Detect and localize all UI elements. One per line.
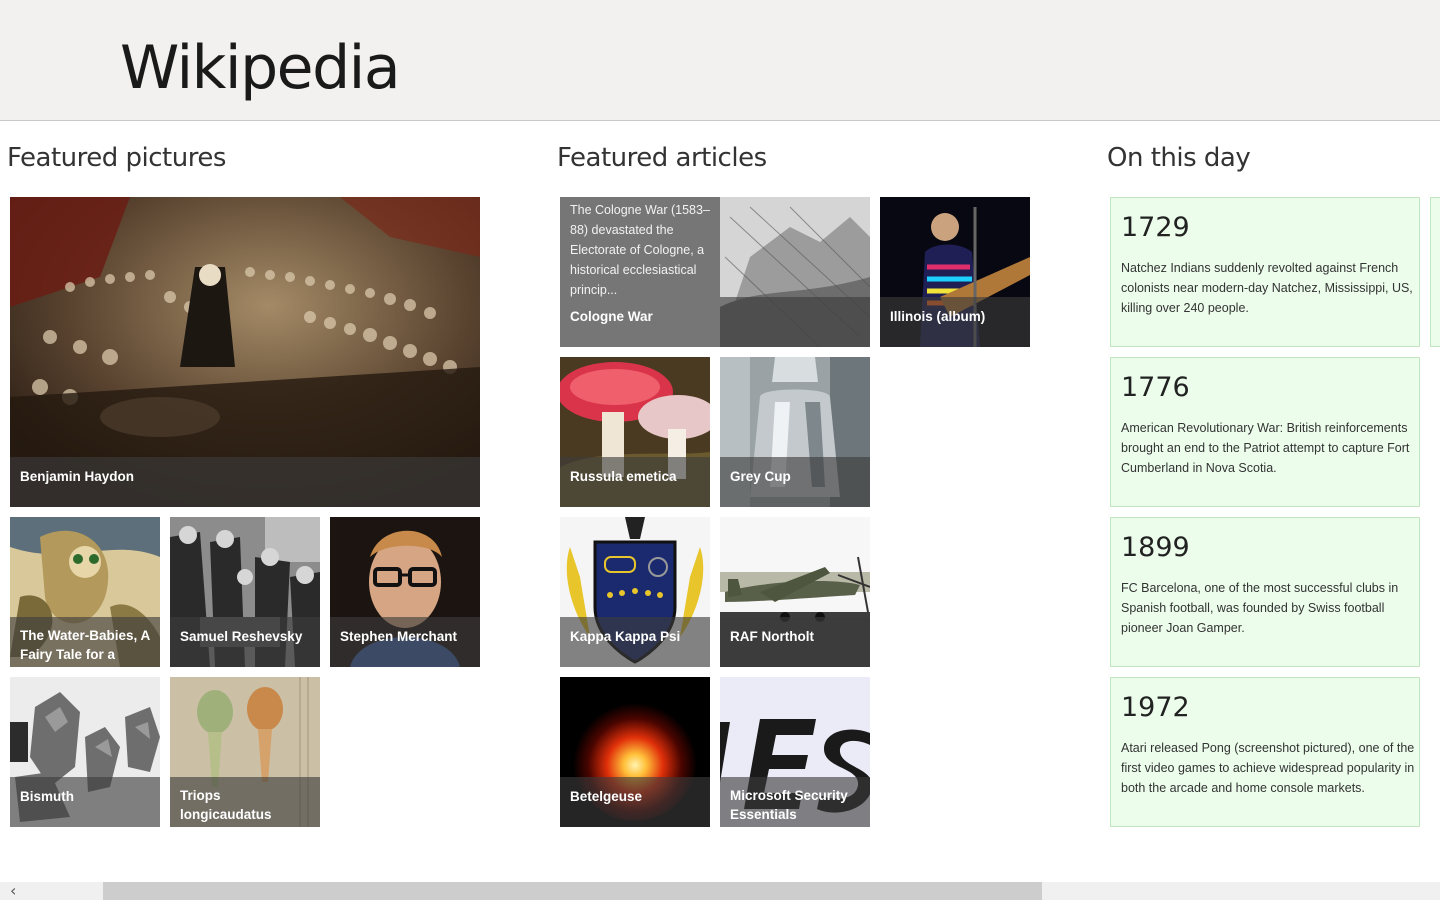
section-title-featured-pictures: Featured pictures: [7, 143, 226, 173]
featured-article-tile[interactable]: Russula emetica: [560, 357, 710, 507]
featured-picture-tile[interactable]: Benjamin Haydon: [10, 197, 480, 507]
tile-caption: Stephen Merchant: [330, 617, 480, 667]
event-text: Atari released Pong (screenshot pictured…: [1121, 741, 1415, 795]
featured-picture-tile[interactable]: Triops longicaudatus: [170, 677, 320, 827]
featured-article-tile[interactable]: Kappa Kappa Psi: [560, 517, 710, 667]
tile-caption: Betelgeuse: [560, 777, 710, 827]
section-title-on-this-day: On this day: [1107, 143, 1251, 173]
on-this-day-card[interactable]: 1729 Natchez Indians suddenly revolted a…: [1110, 197, 1420, 347]
tile-caption: Grey Cup: [720, 457, 870, 507]
featured-article-tile[interactable]: Betelgeuse: [560, 677, 710, 827]
tile-caption: Illinois (album): [880, 297, 1030, 347]
event-text: FC Barcelona, one of the most successful…: [1121, 581, 1399, 635]
section-title-featured-articles: Featured articles: [557, 143, 767, 173]
featured-article-tile[interactable]: Grey Cup: [720, 357, 870, 507]
featured-picture-tile[interactable]: Stephen Merchant: [330, 517, 480, 667]
app-header: Wikipedia: [0, 0, 1440, 121]
featured-article-tile-wide[interactable]: The Cologne War (1583–88) devastated the…: [560, 197, 870, 347]
event-year: 1899: [1121, 532, 1190, 563]
on-this-day-card[interactable]: 1972 Atari released Pong (screenshot pic…: [1110, 677, 1420, 827]
on-this-day-card[interactable]: 1899 FC Barcelona, one of the most succe…: [1110, 517, 1420, 667]
on-this-day-card-offscreen[interactable]: [1430, 197, 1440, 347]
featured-picture-tile[interactable]: Samuel Reshevsky: [170, 517, 320, 667]
tile-caption: RAF Northolt: [720, 617, 870, 667]
event-year: 1776: [1121, 372, 1190, 403]
tile-caption: The Water-Babies, A Fairy Tale for a: [10, 617, 160, 667]
tile-caption: Bismuth: [10, 777, 160, 827]
on-this-day-card[interactable]: 1776 American Revolutionary War: British…: [1110, 357, 1420, 507]
tile-caption: Benjamin Haydon: [10, 457, 480, 507]
featured-article-tile[interactable]: RAF Northolt: [720, 517, 870, 667]
scrollbar-thumb[interactable]: [103, 882, 1042, 900]
tile-caption: Microsoft Security Essentials: [720, 777, 870, 827]
event-text: Natchez Indians suddenly revolted agains…: [1121, 261, 1413, 315]
featured-picture-tile[interactable]: Bismuth: [10, 677, 160, 827]
horizontal-scrollbar[interactable]: ‹: [0, 882, 1440, 900]
event-year: 1972: [1121, 692, 1190, 723]
scroll-left-arrow-icon[interactable]: ‹: [10, 882, 32, 900]
tile-caption: Kappa Kappa Psi: [560, 617, 710, 667]
app-title: Wikipedia: [120, 33, 401, 103]
article-summary: The Cologne War (1583–88) devastated the…: [560, 197, 720, 297]
featured-article-tile[interactable]: Microsoft Security Essentials: [720, 677, 870, 827]
tile-caption: Cologne War: [560, 297, 870, 347]
tile-caption: Russula emetica: [560, 457, 710, 507]
featured-article-tile[interactable]: Illinois (album): [880, 197, 1030, 347]
featured-picture-tile[interactable]: The Water-Babies, A Fairy Tale for a: [10, 517, 160, 667]
tile-caption: Samuel Reshevsky: [170, 617, 320, 667]
tile-caption: Triops longicaudatus: [170, 777, 320, 827]
event-year: 1729: [1121, 212, 1190, 243]
event-text: American Revolutionary War: British rein…: [1121, 421, 1410, 475]
